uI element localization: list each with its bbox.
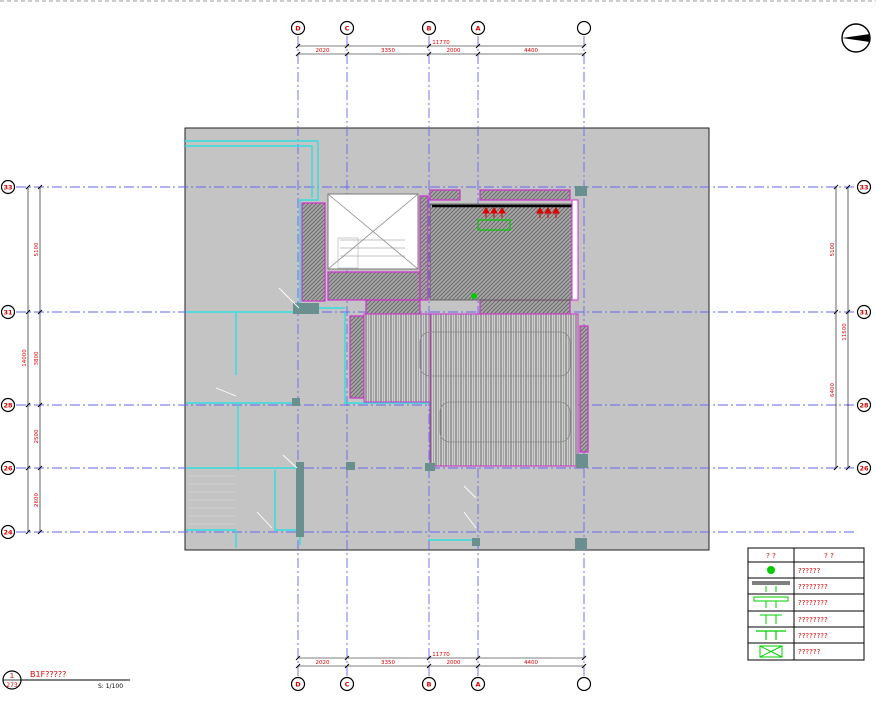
- legend-row-text: ????????: [798, 632, 828, 640]
- grid-bubble: [576, 676, 592, 692]
- grid-bubble-label: 28: [859, 402, 869, 410]
- legend-row-text: ??????: [798, 567, 821, 575]
- grid-bubble-label: 28: [3, 402, 13, 410]
- dim-value: 5100: [34, 242, 40, 256]
- grid-bubble-label: C: [345, 681, 350, 689]
- grid-bubble: 26: [0, 460, 16, 476]
- legend-row-text: ????????: [798, 616, 828, 624]
- grid-bubble-label: A: [475, 25, 480, 33]
- grid-bubble-label: 26: [3, 465, 13, 473]
- legend-table: ? ? ? ? ?????? ???????? ???????? ???????…: [747, 547, 865, 661]
- dim-value: 5100: [830, 242, 836, 256]
- grid-bubble: B: [421, 20, 437, 36]
- grid-bubble-label: B: [427, 681, 432, 689]
- dim-value: 2500: [34, 429, 40, 443]
- legend-row-text: ??????: [798, 648, 821, 656]
- drawing-scale: S: 1/100: [98, 683, 123, 690]
- dim-value: 3800: [34, 351, 40, 365]
- grid-bubble-label: 31: [859, 309, 869, 317]
- floor-plan-drawing: 2020 3350 2000 4400 11770 2020 3350 2000 4400 117…: [0, 0, 876, 692]
- dim-value: 6400: [830, 383, 836, 397]
- grid-bubble-label: B: [427, 25, 432, 33]
- grid-bubble: A: [470, 676, 486, 692]
- legend-row-text: ????????: [798, 599, 828, 607]
- north-arrow-icon: [841, 23, 871, 53]
- grid-bubble: D: [290, 20, 306, 36]
- grid-bubble: 31: [856, 304, 872, 320]
- grid-bubble-label: 26: [859, 465, 869, 473]
- dim-value: 4400: [524, 660, 538, 666]
- grid-bubble-label: A: [475, 681, 480, 689]
- dim-total: 11500: [842, 323, 848, 341]
- grid-bubble: [576, 20, 592, 36]
- dim-total: 11770: [432, 40, 450, 46]
- dim-value: 3350: [381, 660, 395, 666]
- grid-bubble-label: C: [345, 25, 350, 33]
- sheet-number: 273: [6, 682, 18, 689]
- grid-bubble: C: [339, 676, 355, 692]
- dim-value: 2000: [447, 660, 461, 666]
- grid-bubble-label: 33: [3, 184, 12, 192]
- grid-bubble: 24: [0, 524, 16, 540]
- grid-bubble: D: [290, 676, 306, 692]
- dim-value: 2020: [316, 48, 330, 54]
- green-circle-icon: [767, 566, 775, 574]
- grid-bubble: A: [470, 20, 486, 36]
- dim-total: 14000: [22, 349, 28, 367]
- dim-total: 11770: [432, 652, 450, 658]
- drawing-title: B1F?????: [30, 670, 66, 679]
- grid-bubble-label: 24: [3, 529, 13, 537]
- grid-bubble-label: 31: [3, 309, 13, 317]
- grid-bubble: 31: [0, 304, 16, 320]
- title-block: 1 273 B1F????? S: 1/100: [2, 670, 130, 690]
- grid-bubble: 28: [0, 397, 16, 413]
- stair-core: [327, 193, 419, 270]
- machine-side: [571, 199, 579, 301]
- grid-bubble-label: 33: [859, 184, 868, 192]
- grid-bubble-label: D: [295, 681, 301, 689]
- legend-header-symbol: ? ?: [766, 552, 776, 560]
- dim-value: 4400: [524, 48, 538, 54]
- grid-bubble: B: [421, 676, 437, 692]
- grid-bubble: 28: [856, 397, 872, 413]
- legend-row-text: ????????: [798, 583, 828, 591]
- grid-bubble: C: [339, 20, 355, 36]
- grid-bubble: 33: [0, 179, 16, 195]
- grid-bubble: 33: [856, 179, 872, 195]
- dim-value: 3350: [381, 48, 395, 54]
- grid-bubble-label: D: [295, 25, 301, 33]
- machine-room: [429, 203, 576, 301]
- dim-value: 2600: [34, 493, 40, 507]
- dim-value: 2020: [316, 660, 330, 666]
- title-number: 1: [10, 672, 14, 680]
- grid-bubble: 26: [856, 460, 872, 476]
- green-marker: [471, 293, 477, 299]
- dim-value: 2000: [447, 48, 461, 54]
- legend-header-desc: ? ?: [824, 552, 834, 560]
- drawing-sheet: 2020 3350 2000 4400 11770 2020 3350 2000 4400 117…: [0, 0, 876, 701]
